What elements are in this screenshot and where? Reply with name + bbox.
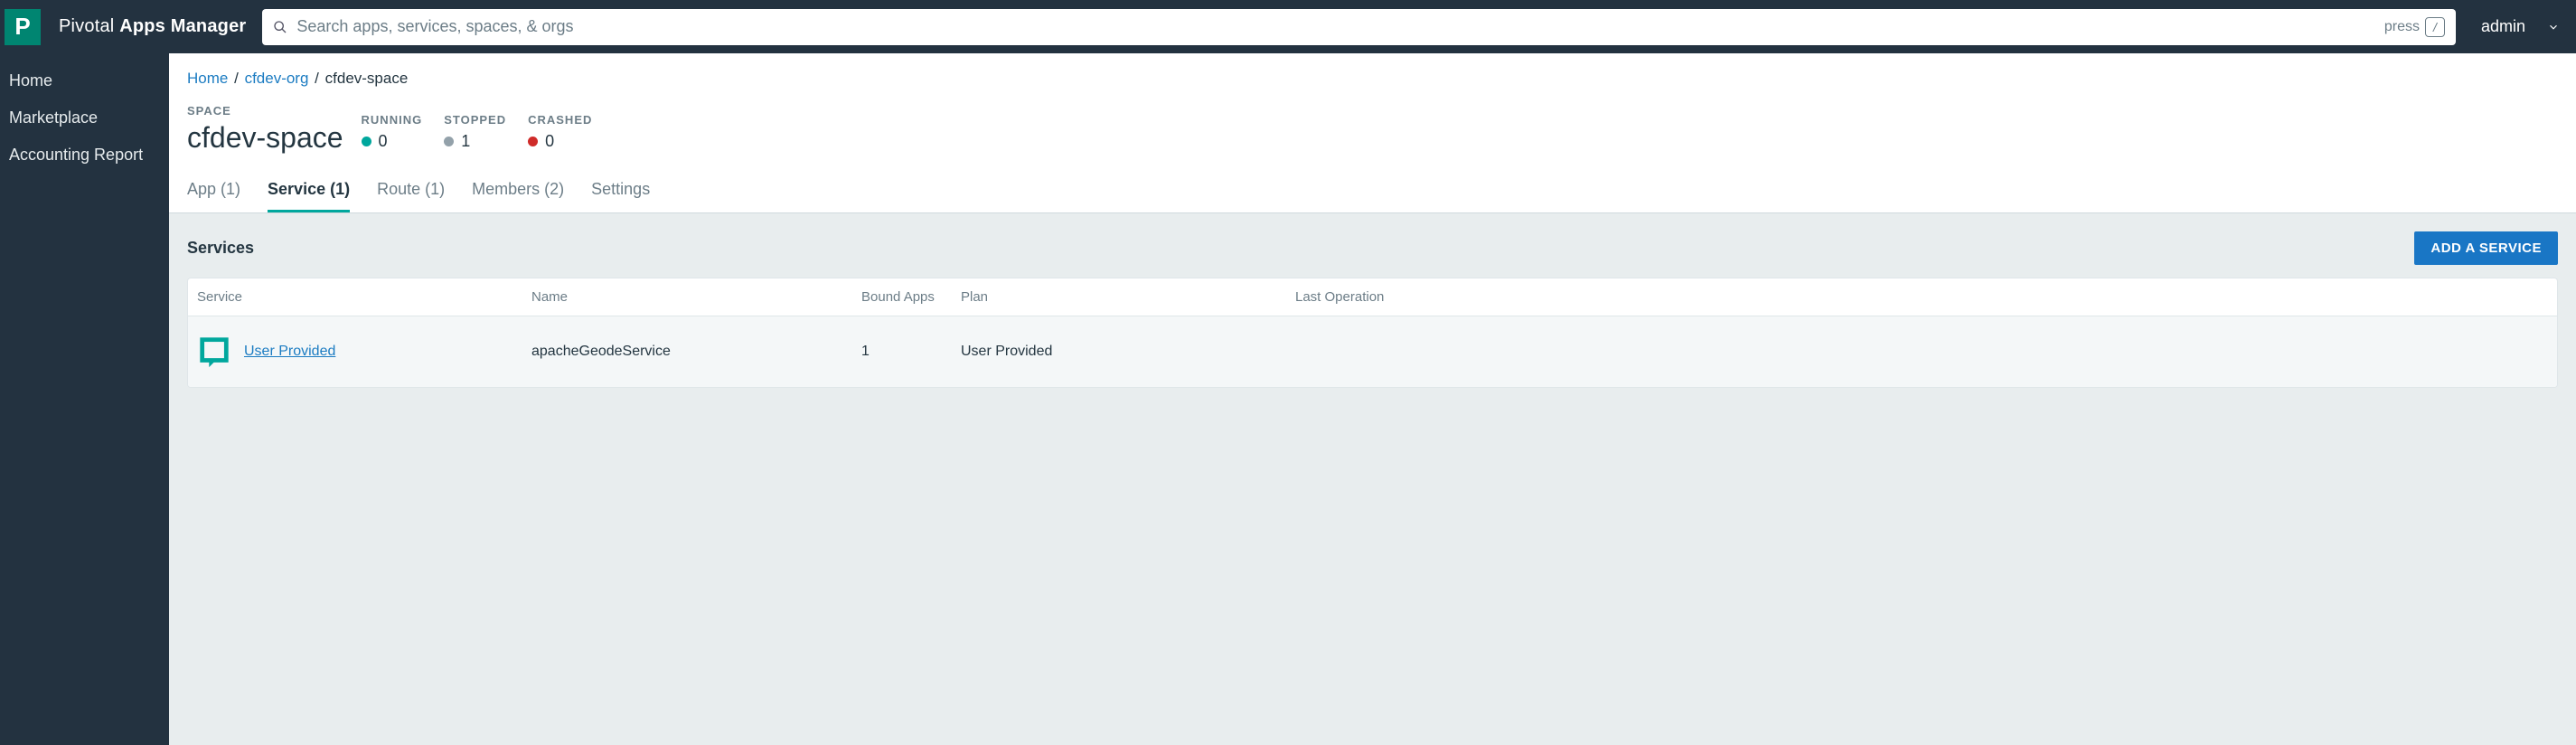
col-plan: Plan bbox=[952, 278, 1286, 316]
col-lastop: Last Operation bbox=[1286, 278, 2557, 316]
search-input[interactable] bbox=[262, 9, 2456, 45]
status-dot-icon bbox=[528, 137, 538, 146]
status-stopped: STOPPED 1 bbox=[444, 113, 506, 151]
cell-lastop bbox=[1286, 334, 2557, 370]
tab-app[interactable]: App (1) bbox=[187, 180, 240, 212]
space-kicker: SPACE bbox=[187, 104, 343, 118]
status-dot-icon bbox=[362, 137, 371, 146]
tab-service[interactable]: Service (1) bbox=[268, 180, 350, 212]
cell-plan: User Provided bbox=[952, 325, 1286, 378]
tab-label: App (1) bbox=[187, 180, 240, 198]
panel-title: Services bbox=[187, 239, 254, 258]
tab-label: Settings bbox=[591, 180, 650, 198]
main-content: Home / cfdev-org / cfdev-space SPACE cfd… bbox=[169, 53, 2576, 745]
col-service: Service bbox=[188, 278, 522, 316]
breadcrumb-sep: / bbox=[234, 70, 239, 87]
brand-title-bold: Apps Manager bbox=[119, 16, 246, 36]
sidebar-item-label: Accounting Report bbox=[9, 146, 143, 164]
service-link[interactable]: User Provided bbox=[244, 344, 335, 360]
col-bound: Bound Apps bbox=[852, 278, 952, 316]
breadcrumb: Home / cfdev-org / cfdev-space bbox=[169, 53, 2576, 88]
tab-members[interactable]: Members (2) bbox=[472, 180, 564, 212]
tab-label: Service (1) bbox=[268, 180, 350, 198]
status-label: RUNNING bbox=[362, 113, 423, 127]
space-name: cfdev-space bbox=[187, 121, 343, 155]
breadcrumb-org[interactable]: cfdev-org bbox=[245, 70, 309, 87]
user-name: admin bbox=[2481, 17, 2525, 36]
search-icon bbox=[273, 20, 287, 39]
status-dot-icon bbox=[444, 137, 454, 146]
search-shortcut-hint: press / bbox=[2384, 17, 2445, 37]
status-crashed: CRASHED 0 bbox=[528, 113, 592, 151]
brand-logo: P bbox=[5, 9, 41, 45]
search-hint-key: / bbox=[2425, 17, 2445, 37]
sidebar: Home Marketplace Accounting Report bbox=[0, 53, 169, 745]
tab-label: Route (1) bbox=[377, 180, 445, 198]
table-row: User Provided apacheGeodeService 1 User … bbox=[188, 316, 2557, 387]
table-header: Service Name Bound Apps Plan Last Operat… bbox=[188, 278, 2557, 316]
chevron-down-icon bbox=[2547, 21, 2560, 33]
status-label: STOPPED bbox=[444, 113, 506, 127]
tab-route[interactable]: Route (1) bbox=[377, 180, 445, 212]
cell-bound: 1 bbox=[852, 325, 952, 378]
status-group: RUNNING 0 STOPPED 1 CRASHED 0 bbox=[362, 113, 593, 151]
brand-title-light: Pivotal bbox=[59, 16, 119, 36]
search-hint-text: press bbox=[2384, 19, 2420, 35]
tab-label: Members (2) bbox=[472, 180, 564, 198]
breadcrumb-sep: / bbox=[315, 70, 319, 87]
sidebar-item-accounting[interactable]: Accounting Report bbox=[0, 137, 169, 174]
brand-title: Pivotal Apps Manager bbox=[59, 16, 246, 37]
breadcrumb-current: cfdev-space bbox=[325, 70, 409, 87]
status-value: 0 bbox=[379, 132, 388, 151]
services-panel: Services ADD A SERVICE Service Name Boun… bbox=[169, 213, 2576, 745]
space-title-block: SPACE cfdev-space bbox=[187, 104, 343, 155]
cell-name: apacheGeodeService bbox=[522, 325, 852, 378]
sidebar-item-marketplace[interactable]: Marketplace bbox=[0, 99, 169, 137]
tab-settings[interactable]: Settings bbox=[591, 180, 650, 212]
brand-logo-letter: P bbox=[14, 13, 30, 41]
add-service-button[interactable]: ADD A SERVICE bbox=[2414, 231, 2558, 265]
status-value: 0 bbox=[545, 132, 554, 151]
status-label: CRASHED bbox=[528, 113, 592, 127]
col-name: Name bbox=[522, 278, 852, 316]
services-table: Service Name Bound Apps Plan Last Operat… bbox=[187, 278, 2558, 388]
user-menu[interactable]: admin bbox=[2481, 17, 2560, 36]
sidebar-item-home[interactable]: Home bbox=[0, 62, 169, 99]
breadcrumb-home[interactable]: Home bbox=[187, 70, 228, 87]
sidebar-item-label: Marketplace bbox=[9, 108, 98, 127]
status-value: 1 bbox=[461, 132, 470, 151]
topbar: P Pivotal Apps Manager press / admin bbox=[0, 0, 2576, 53]
sidebar-item-label: Home bbox=[9, 71, 52, 90]
search-container[interactable]: press / bbox=[262, 9, 2456, 45]
service-icon bbox=[197, 335, 231, 369]
space-header: SPACE cfdev-space RUNNING 0 STOPPED 1 CR… bbox=[169, 88, 2576, 164]
status-running: RUNNING 0 bbox=[362, 113, 423, 151]
tabs: App (1) Service (1) Route (1) Members (2… bbox=[169, 164, 2576, 213]
